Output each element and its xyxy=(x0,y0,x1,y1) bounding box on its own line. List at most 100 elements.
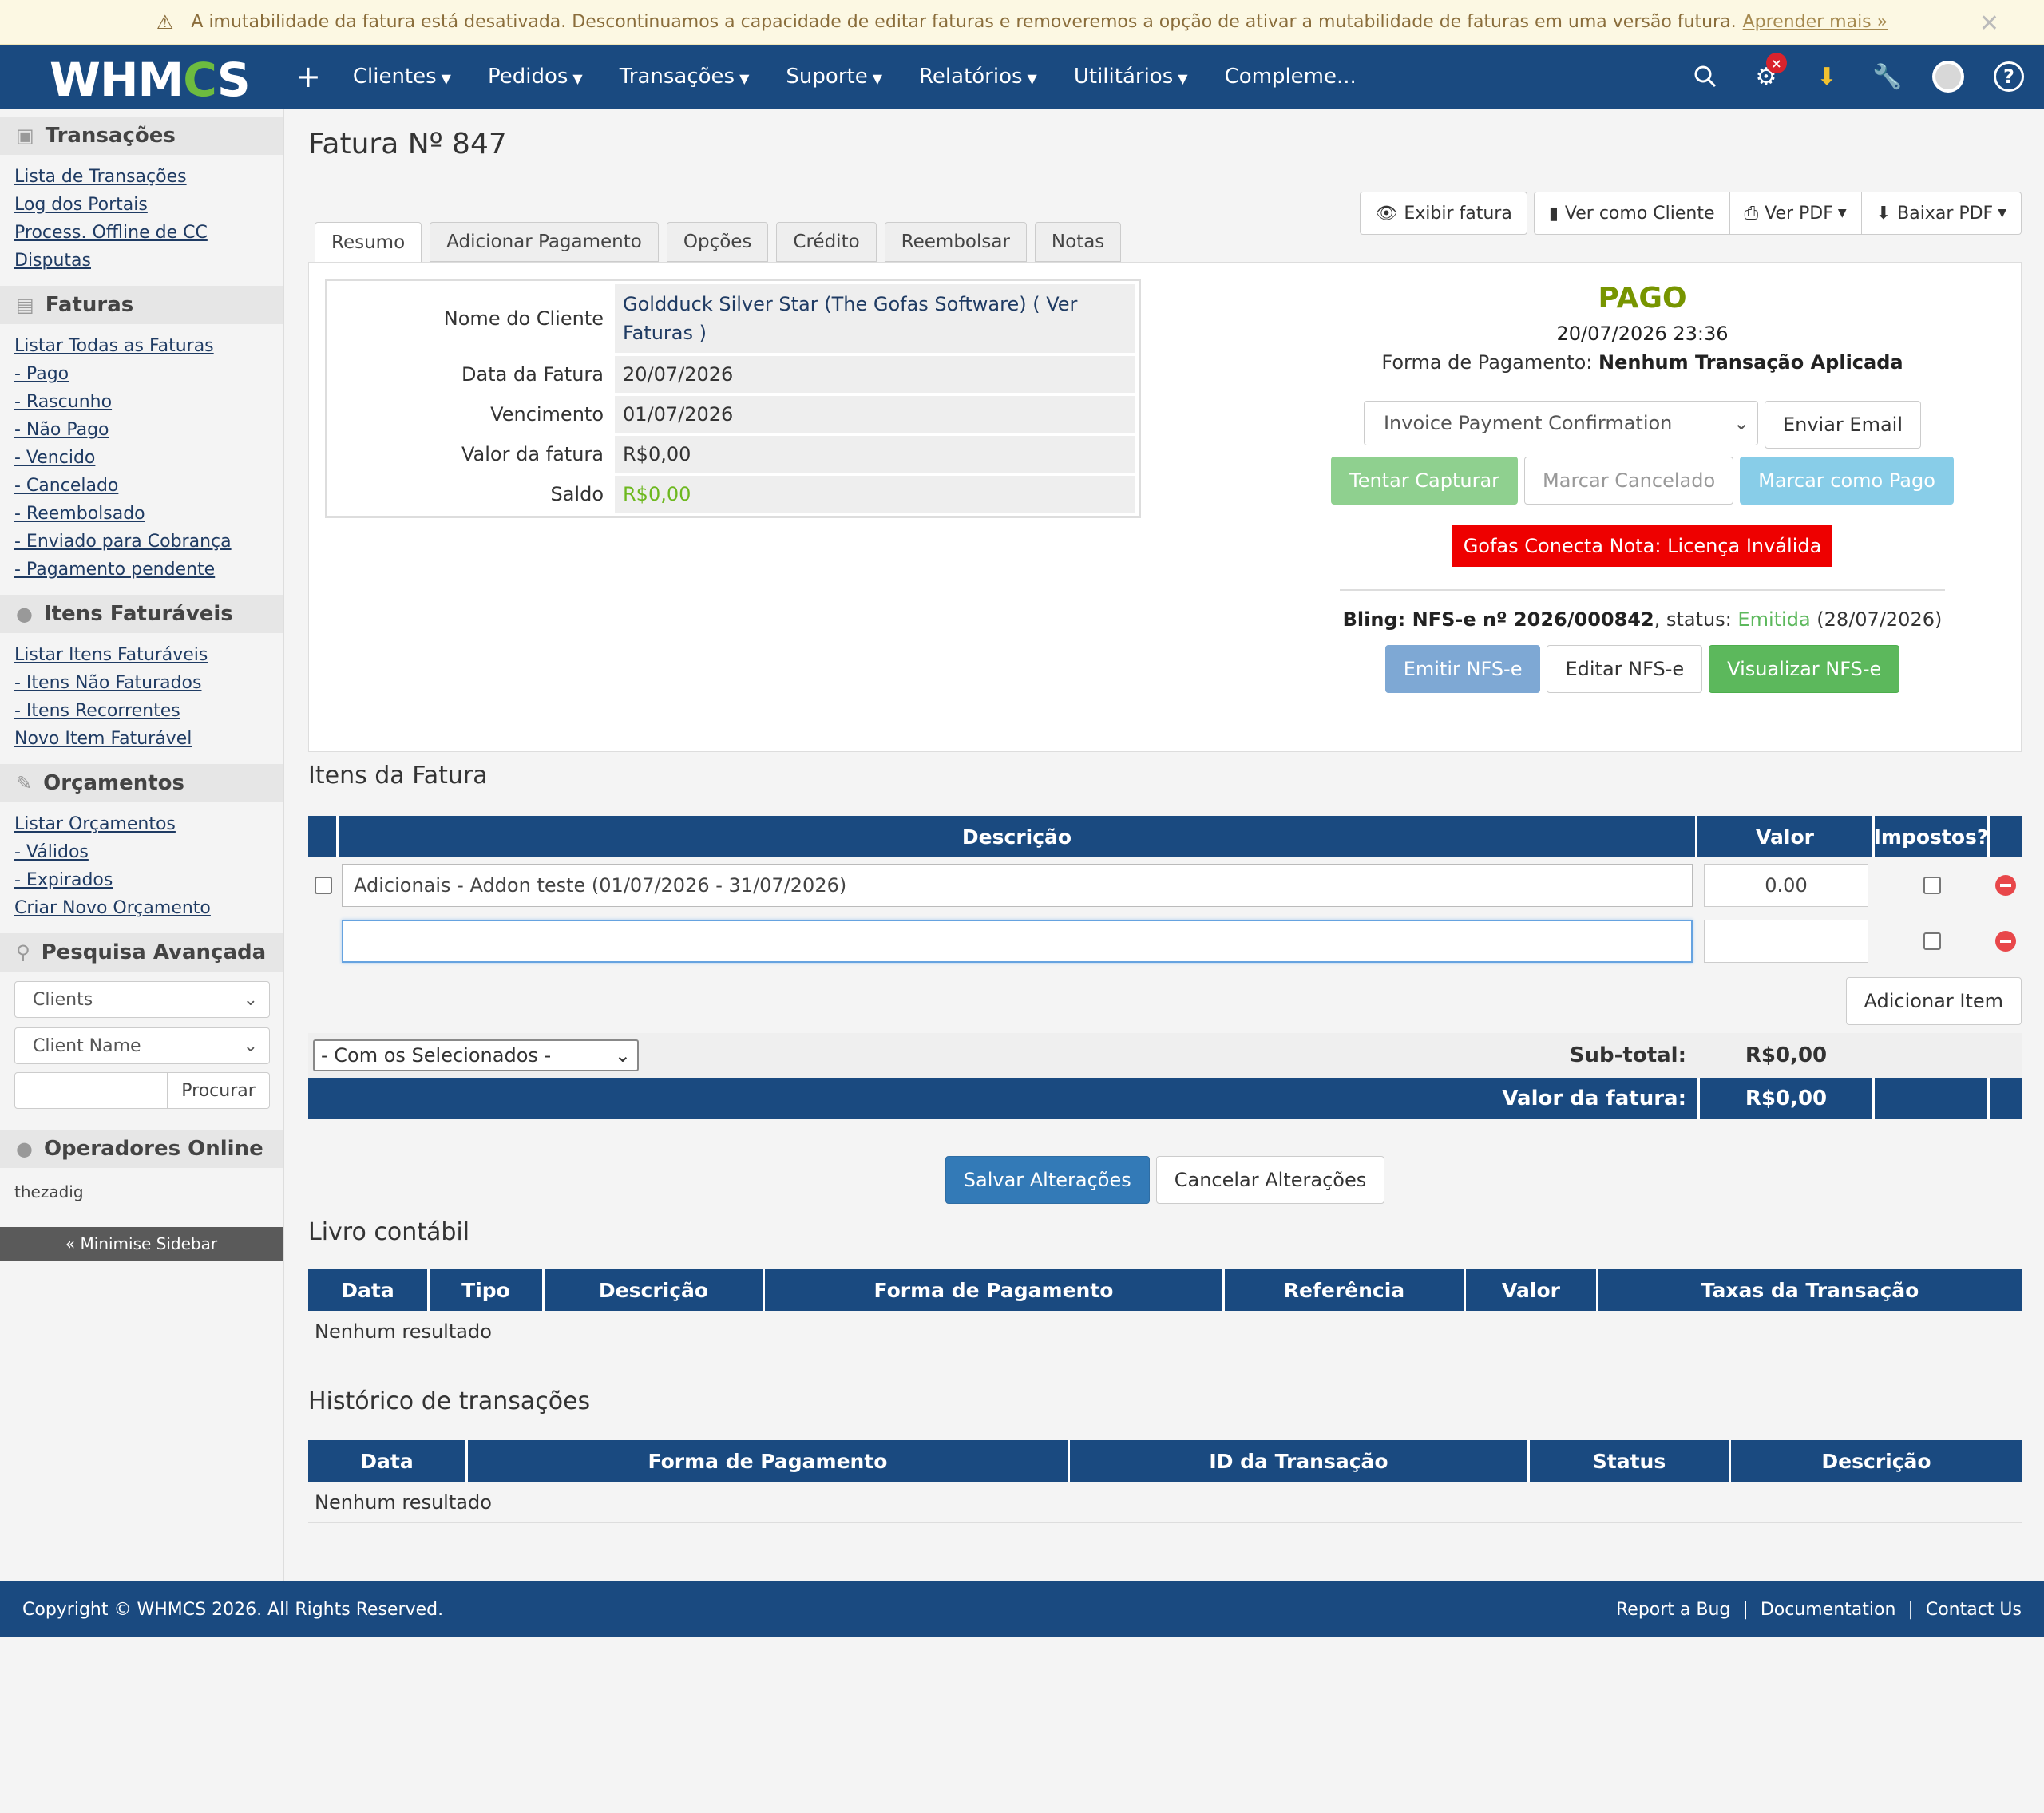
delete-icon[interactable] xyxy=(1995,931,2016,952)
sidebar-link[interactable]: Listar Orçamentos xyxy=(14,810,268,838)
sidebar-link[interactable]: - Itens Recorrentes xyxy=(14,697,268,725)
tab-resumo[interactable]: Resumo xyxy=(315,222,422,263)
sidebar-link[interactable]: - Pagamento pendente xyxy=(14,556,268,584)
ledger-empty: Nenhum resultado xyxy=(308,1311,2022,1352)
due-date-label: Vencimento xyxy=(490,403,604,426)
close-icon[interactable]: ✕ xyxy=(1979,10,1999,38)
edit-nfse-button[interactable]: Editar NFS-e xyxy=(1547,645,1703,693)
search-field-select[interactable]: Client Name ⌄ xyxy=(14,1027,270,1064)
eye-icon: 👁 xyxy=(1375,203,1398,224)
attempt-capture-button[interactable]: Tentar Capturar xyxy=(1331,457,1519,505)
caret-down-icon: ▼ xyxy=(1998,207,2006,220)
taxed-checkbox[interactable] xyxy=(1923,877,1941,894)
client-name-value[interactable]: Goldduck Silver Star (The Gofas Software… xyxy=(615,284,1135,353)
sidebar-section-operadores: ● Operadores Online xyxy=(0,1130,283,1168)
paid-date: 20/07/2026 23:36 xyxy=(1556,323,1729,345)
sidebar-link[interactable]: - Pago xyxy=(14,360,268,388)
sidebar-link[interactable]: Process. Offline de CC xyxy=(14,219,268,247)
gears-icon[interactable]: ⚙ × xyxy=(1750,53,1787,93)
sidebar-section-itens: ● Itens Faturáveis xyxy=(0,595,283,633)
nav-relatorios[interactable]: Relatórios ▼ xyxy=(919,65,1037,89)
tab-credito[interactable]: Crédito xyxy=(776,222,877,262)
invoice-info-table: Nome do Cliente Goldduck Silver Star (Th… xyxy=(325,279,1141,518)
sidebar-link[interactable]: - Enviado para Cobrança xyxy=(14,528,268,556)
minimise-sidebar-button[interactable]: « Minimise Sidebar xyxy=(0,1227,283,1261)
history-header: Status xyxy=(1530,1440,1731,1482)
item-description-input[interactable]: Adicionais - Addon teste (01/07/2026 - 3… xyxy=(342,864,1693,907)
tab-adicionar-pagamento[interactable]: Adicionar Pagamento xyxy=(430,222,659,262)
sidebar-link[interactable]: Criar Novo Orçamento xyxy=(14,894,268,922)
mark-paid-button[interactable]: Marcar como Pago xyxy=(1740,457,1954,505)
sidebar-link[interactable]: Lista de Transações xyxy=(14,163,268,191)
contact-us-link[interactable]: Contact Us xyxy=(1926,1600,2022,1620)
sidebar-link[interactable]: - Reembolsado xyxy=(14,500,268,528)
edit-icon: ✎ xyxy=(16,772,33,794)
nav-suporte[interactable]: Suporte ▼ xyxy=(786,65,882,89)
send-email-button[interactable]: Enviar Email xyxy=(1764,401,1922,449)
nav-transacoes[interactable]: Transações ▼ xyxy=(620,65,750,89)
search-input[interactable] xyxy=(14,1072,168,1109)
sidebar-link[interactable]: - Itens Não Faturados xyxy=(14,669,268,697)
help-icon[interactable]: ? xyxy=(1993,61,2025,93)
sidebar-link[interactable]: Novo Item Faturável xyxy=(14,725,268,753)
sidebar-section-faturas: ▤ Faturas xyxy=(0,286,283,324)
nav-utilitarios[interactable]: Utilitários ▼ xyxy=(1074,65,1188,89)
download-icon[interactable]: ⬇ xyxy=(1811,61,1843,93)
sidebar-link[interactable]: Log dos Portais xyxy=(14,191,268,219)
tab-notas[interactable]: Notas xyxy=(1034,222,1122,262)
learn-more-link[interactable]: Aprender mais » xyxy=(1743,12,1888,32)
search-type-select[interactable]: Clients ⌄ xyxy=(14,981,270,1018)
sidebar-link[interactable]: - Rascunho xyxy=(14,388,268,416)
sidebar-link[interactable]: - Válidos xyxy=(14,838,268,866)
item-amount-input[interactable]: 0.00 xyxy=(1704,864,1868,907)
view-nfse-button[interactable]: Visualizar NFS-e xyxy=(1709,645,1900,693)
ledger-header: Data xyxy=(308,1269,430,1311)
sidebar-section-transacoes: ▣ Transações xyxy=(0,117,283,155)
ledger-header: Tipo xyxy=(430,1269,545,1311)
chevron-down-icon: ⌄ xyxy=(1733,412,1749,434)
mark-cancelled-button[interactable]: Marcar Cancelado xyxy=(1524,457,1734,505)
status-area: PAGO 20/07/2026 23:36 Forma de Pagamento… xyxy=(1283,279,2002,693)
tab-reembolsar[interactable]: Reembolsar xyxy=(884,222,1027,262)
divider xyxy=(1340,589,1945,591)
plus-icon[interactable]: + xyxy=(295,59,321,94)
view-invoice-button[interactable]: 👁 Exibir fatura xyxy=(1360,192,1527,235)
sidebar-link[interactable]: Listar Itens Faturáveis xyxy=(14,641,268,669)
history-header: Descrição xyxy=(1731,1440,2022,1482)
view-as-client-button[interactable]: ▮ Ver como Cliente xyxy=(1533,192,1730,235)
add-item-button[interactable]: Adicionar Item xyxy=(1845,977,2022,1025)
nav-clientes[interactable]: Clientes ▼ xyxy=(353,65,451,89)
report-bug-link[interactable]: Report a Bug xyxy=(1616,1600,1730,1620)
view-pdf-button[interactable]: ⎙ Ver PDF ▼ xyxy=(1729,192,1862,235)
email-template-select[interactable]: Invoice Payment Confirmation ⌄ xyxy=(1363,401,1758,445)
whmcs-logo[interactable]: WHMCS xyxy=(50,53,251,107)
taxed-checkbox[interactable] xyxy=(1923,932,1941,950)
invoice-date-value: 20/07/2026 xyxy=(615,356,1135,393)
delete-icon[interactable] xyxy=(1995,875,2016,896)
search-button[interactable]: Procurar xyxy=(168,1072,270,1109)
search-icon[interactable] xyxy=(1689,61,1721,93)
sidebar-link[interactable]: - Expirados xyxy=(14,866,268,894)
balance-value: R$0,00 xyxy=(615,476,1135,513)
save-changes-button[interactable]: Salvar Alterações xyxy=(945,1156,1150,1204)
row-checkbox[interactable] xyxy=(315,877,332,894)
tab-opcoes[interactable]: Opções xyxy=(666,222,769,262)
new-item-amount-input[interactable] xyxy=(1704,920,1868,963)
ledger-header: Forma de Pagamento xyxy=(765,1269,1225,1311)
sidebar-link[interactable]: Listar Todas as Faturas xyxy=(14,332,268,360)
cancel-changes-button[interactable]: Cancelar Alterações xyxy=(1155,1156,1385,1204)
issue-nfse-button[interactable]: Emitir NFS-e xyxy=(1384,645,1541,693)
sidebar-link[interactable]: - Não Pago xyxy=(14,416,268,444)
header-descricao: Descrição xyxy=(339,816,1697,857)
sidebar-link[interactable]: - Vencido xyxy=(14,444,268,472)
documentation-link[interactable]: Documentation xyxy=(1761,1600,1896,1620)
avatar-icon[interactable] xyxy=(1932,61,1964,93)
sidebar-link[interactable]: Disputas xyxy=(14,247,268,275)
with-selected-select[interactable]: - Com os Selecionados - ⌄ xyxy=(313,1039,639,1071)
new-item-description-input[interactable] xyxy=(342,920,1693,963)
download-pdf-button[interactable]: ⬇ Baixar PDF ▼ xyxy=(1861,192,2022,235)
nav-complementos[interactable]: Compleme... xyxy=(1225,65,1357,89)
nav-pedidos[interactable]: Pedidos ▼ xyxy=(488,65,583,89)
sidebar-link[interactable]: - Cancelado xyxy=(14,472,268,500)
wrench-icon[interactable]: 🔧 xyxy=(1872,61,1903,93)
